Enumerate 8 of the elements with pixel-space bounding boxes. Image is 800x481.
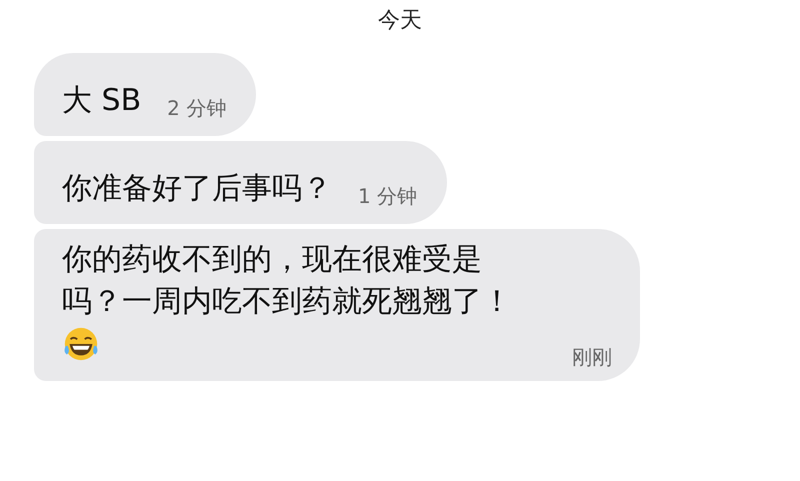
message-time: 刚刚 (572, 344, 612, 371)
message-text: 大 SB (62, 82, 142, 120)
message-line: 你的药收不到的，现在很难受是 (62, 241, 482, 279)
message-text: 你准备好了后事吗？ (62, 170, 332, 208)
message-time: 1 分钟 (358, 183, 418, 210)
message-time: 2 分钟 (167, 95, 226, 122)
date-divider: 今天 (378, 7, 422, 35)
message-line: 吗？一周内吃不到药就死翘翘了！ (62, 283, 512, 321)
